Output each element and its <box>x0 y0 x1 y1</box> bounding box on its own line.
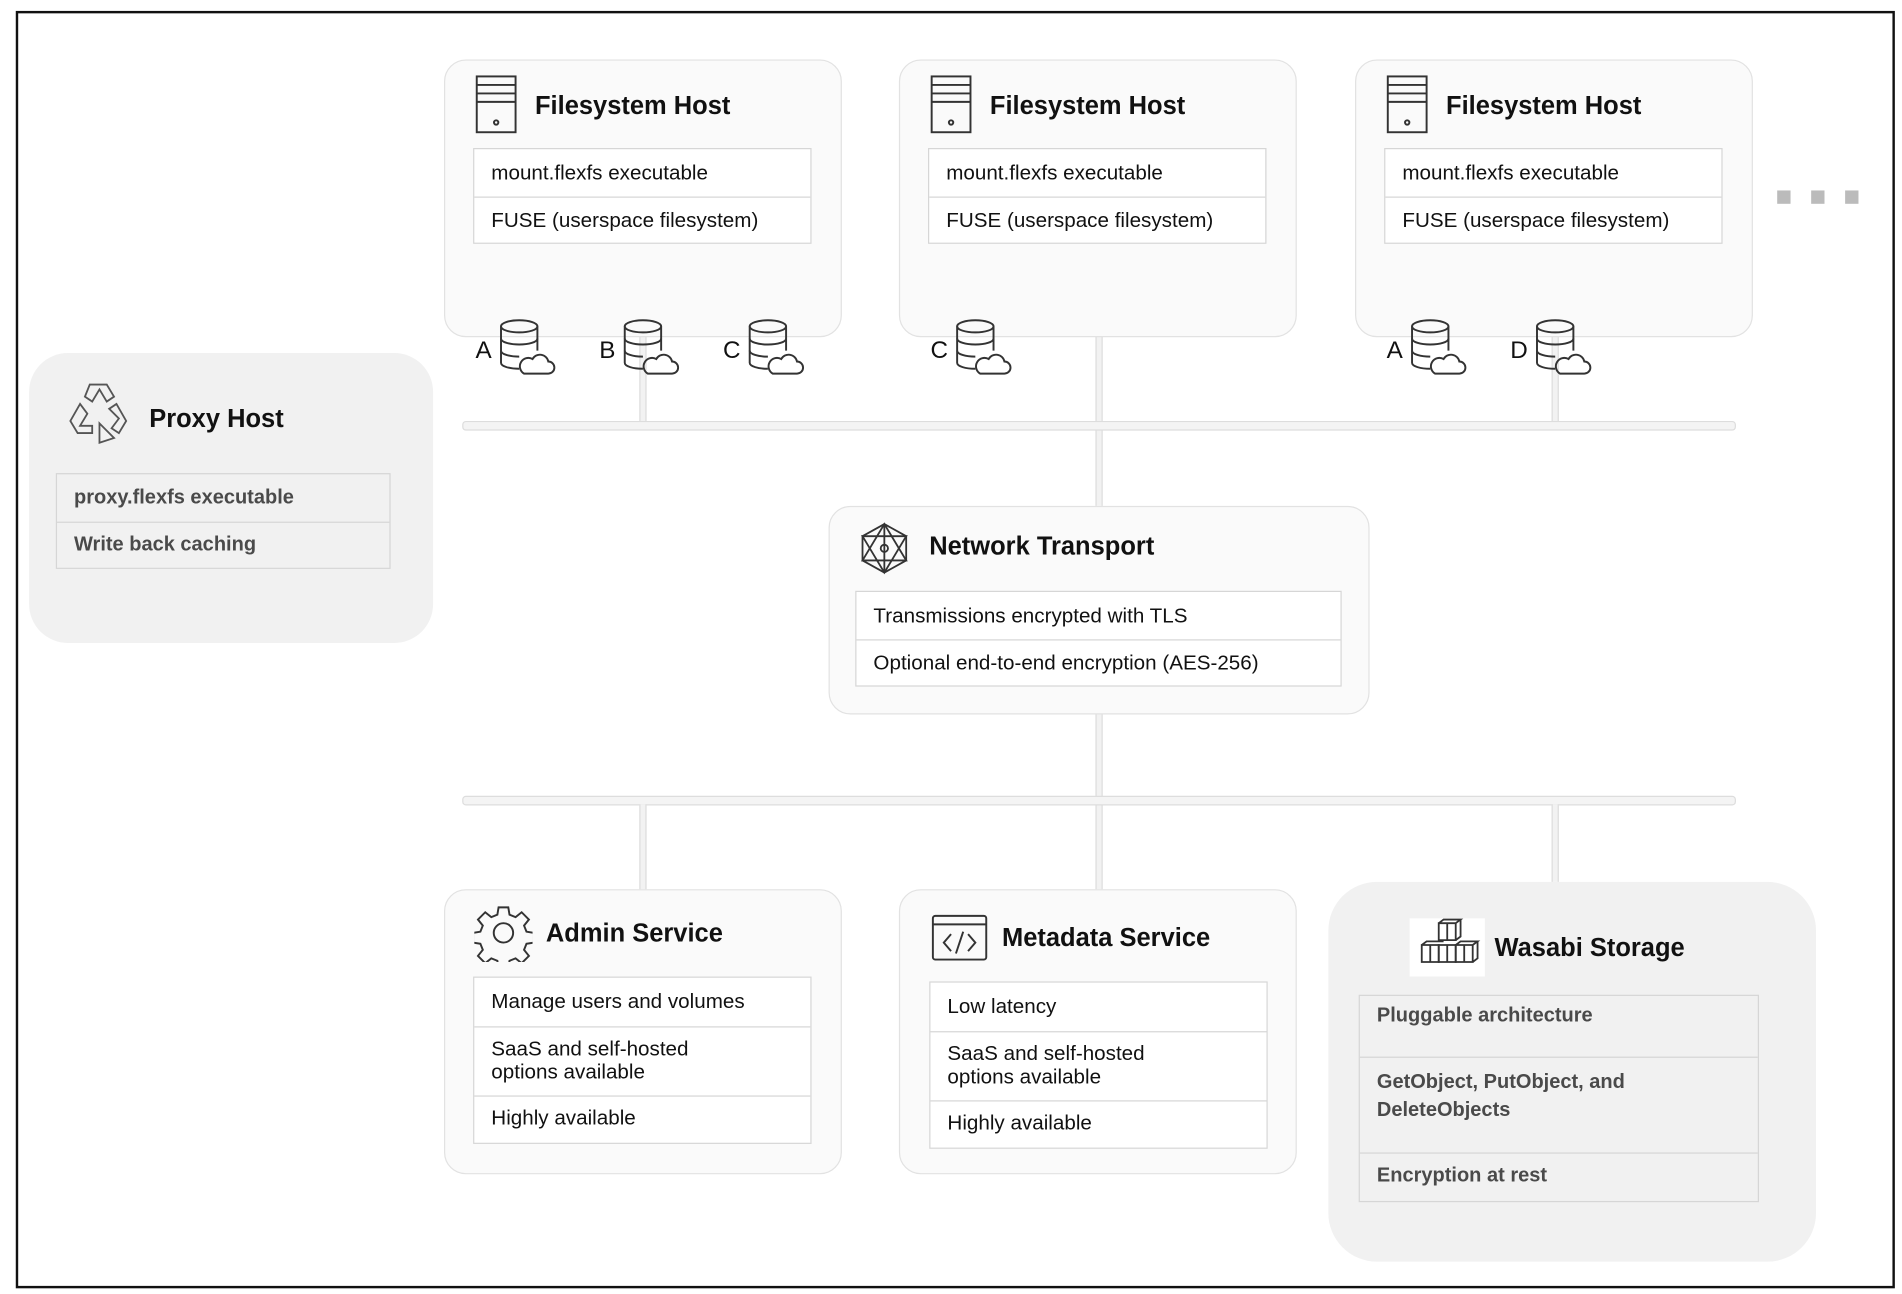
feature-row: Encryption at rest <box>1359 1152 1758 1201</box>
proxy-host-features: proxy.flexfs executable Write back cachi… <box>55 473 391 569</box>
code-window-icon <box>931 914 988 961</box>
volume-label: A <box>475 336 492 364</box>
volume-label: B <box>599 336 616 364</box>
filesystem-host-features: mount.flexfs executable FUSE (userspace … <box>473 147 812 244</box>
filesystem-host-title: Filesystem Host <box>989 92 1186 121</box>
admin-service-title: Admin Service <box>545 919 723 948</box>
network-mesh-icon <box>860 522 908 575</box>
upper-bus <box>462 420 1736 431</box>
volume-label: C <box>723 336 741 364</box>
filesystem-host-title: Filesystem Host <box>534 92 731 121</box>
feature-row: FUSE (userspace filesystem) <box>474 196 811 243</box>
network-transport-title: Network Transport <box>929 532 1155 561</box>
volume-label: D <box>1510 336 1528 364</box>
feature-row: mount.flexfs executable <box>1402 161 1620 185</box>
feature-row: Manage users and volumes <box>491 989 745 1013</box>
feature-row: FUSE (userspace filesystem) <box>929 196 1266 243</box>
wasabi-storage-card: Wasabi Storage Pluggable architecture Ge… <box>1328 881 1817 1262</box>
filesystem-host-features: mount.flexfs executable FUSE (userspace … <box>928 147 1267 244</box>
architecture-diagram: Filesystem Host mount.flexfs executable … <box>0 0 1902 1294</box>
network-transport-features: Transmissions encrypted with TLS Optiona… <box>855 590 1342 687</box>
filesystem-host-title: Filesystem Host <box>1446 92 1642 121</box>
volume: A <box>476 318 556 384</box>
cubes-icon <box>1409 918 1485 977</box>
wasabi-storage-title: Wasabi Storage <box>1494 934 1685 962</box>
volume-label: A <box>1386 336 1403 364</box>
volume: A <box>1387 318 1467 384</box>
database-cloud-icon <box>1406 318 1467 384</box>
database-cloud-icon <box>495 318 556 384</box>
wasabi-storage-features: Pluggable architecture GetObject, PutObj… <box>1358 994 1759 1203</box>
feature-row: mount.flexfs executable <box>491 161 708 185</box>
volume: C <box>930 318 1013 384</box>
database-cloud-icon <box>1531 318 1592 384</box>
admin-service-card: Admin Service Manage users and volumes S… <box>443 889 842 1175</box>
feature-row: GetObject, PutObject, and DeleteObjects <box>1359 1056 1758 1153</box>
metadata-service-features: Low latency SaaS and self-hosted options… <box>929 981 1268 1149</box>
feature-row: SaaS and self-hosted options available <box>474 1026 811 1095</box>
feature-row: Pluggable architecture <box>1376 1004 1593 1027</box>
server-icon <box>929 74 973 141</box>
ellipsis-icon <box>1777 190 1859 204</box>
server-icon <box>1385 74 1429 141</box>
database-cloud-icon <box>744 318 805 384</box>
volume: C <box>723 318 805 384</box>
feature-row: SaaS and self-hosted options available <box>930 1031 1267 1100</box>
metadata-service-title: Metadata Service <box>1002 924 1211 953</box>
filesystem-host-features: mount.flexfs executable FUSE (userspace … <box>1384 147 1723 244</box>
feature-row: mount.flexfs executable <box>946 161 1163 185</box>
feature-row: FUSE (userspace filesystem) <box>1385 196 1722 243</box>
filesystem-host-card: Filesystem Host mount.flexfs executable … <box>1355 59 1753 375</box>
volume-label: C <box>930 336 948 364</box>
volume: D <box>1510 318 1592 384</box>
feature-row: Write back caching <box>57 521 390 568</box>
feature-row: Optional end-to-end encryption (AES-256) <box>856 639 1341 685</box>
feature-row: Low latency <box>947 994 1057 1018</box>
server-icon <box>474 74 518 141</box>
volume: B <box>599 318 680 384</box>
connector <box>639 804 647 890</box>
proxy-host-title: Proxy Host <box>149 405 284 434</box>
feature-row: Highly available <box>474 1095 811 1142</box>
lower-bus <box>462 795 1736 806</box>
feature-row: Highly available <box>930 1100 1267 1147</box>
admin-service-features: Manage users and volumes SaaS and self-h… <box>473 976 812 1144</box>
database-cloud-icon <box>619 318 680 384</box>
connector <box>1551 804 1559 882</box>
network-transport-card: Network Transport Transmissions encrypte… <box>828 505 1370 715</box>
filesystem-host-card: Filesystem Host mount.flexfs executable … <box>898 59 1297 375</box>
feature-row: proxy.flexfs executable <box>73 486 294 509</box>
filesystem-host-card: Filesystem Host mount.flexfs executable … <box>443 59 842 375</box>
metadata-service-card: Metadata Service Low latency SaaS and se… <box>898 889 1297 1175</box>
proxy-host-card: Proxy Host proxy.flexfs executable Write… <box>29 353 434 643</box>
database-cloud-icon <box>952 318 1013 384</box>
feature-row: Transmissions encrypted with TLS <box>873 604 1188 628</box>
gear-icon <box>474 906 533 962</box>
recycle-icon <box>69 383 128 445</box>
